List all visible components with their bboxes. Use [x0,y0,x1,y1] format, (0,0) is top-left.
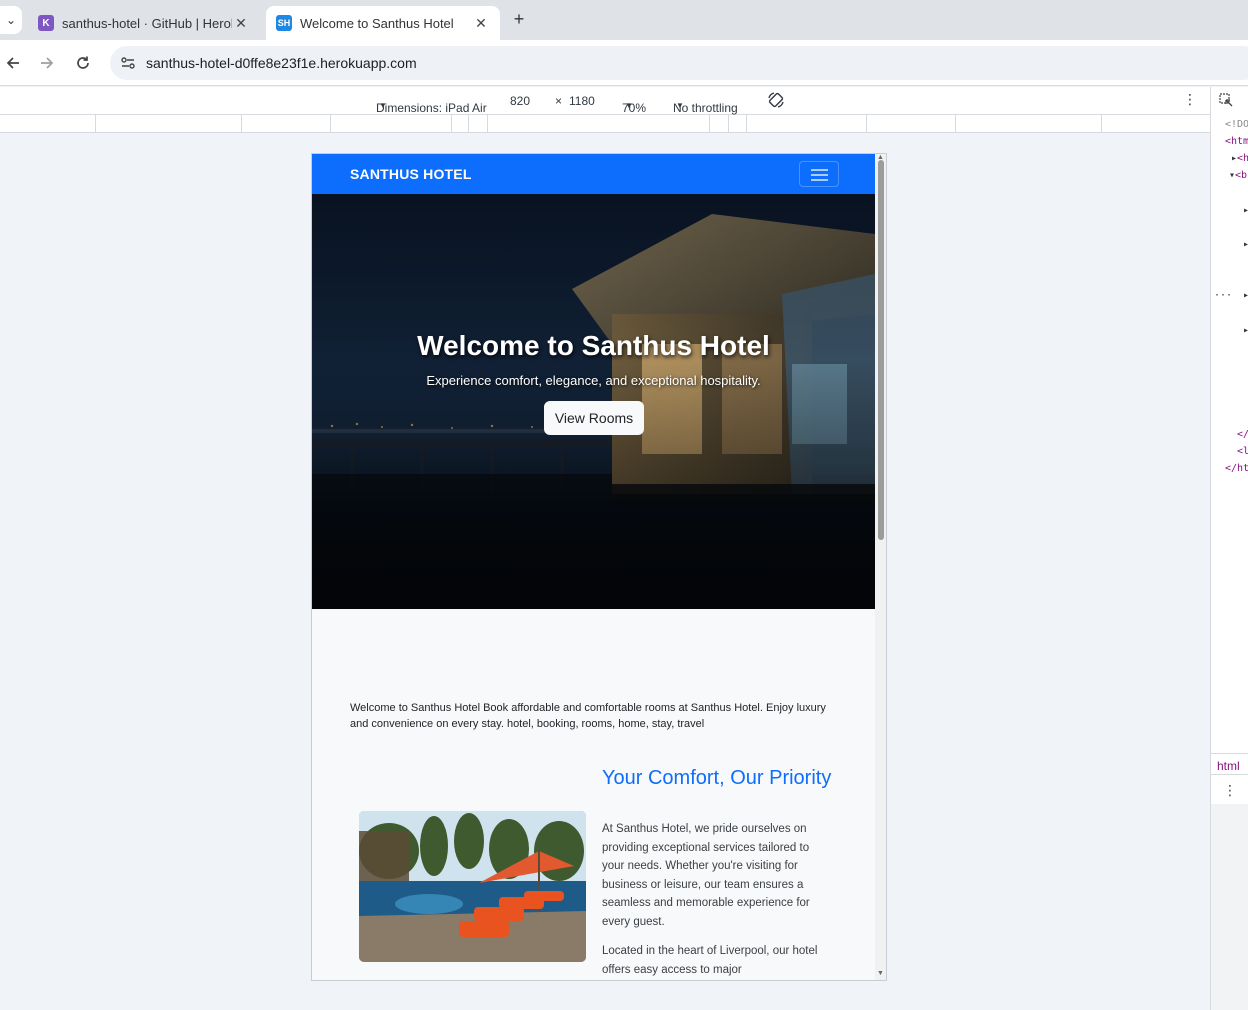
scroll-down-icon[interactable]: ▼ [877,970,884,977]
devtools-panel: <!DO <htm ▸<h ▾<b ▸ ▸ ··· ▸ ▸ </ <l </ht… [1210,87,1248,1010]
caret-down-icon: ▼ [625,101,633,110]
tab-strip: ⌄ K santhus-hotel · GitHub | Heroku ✕ SH… [0,0,1248,40]
site-brand[interactable]: SANTHUS HOTEL [350,166,472,182]
forward-button[interactable] [36,52,58,74]
rotate-icon [768,92,784,108]
expand-arrow-icon[interactable]: ▸ [1243,290,1248,301]
scrollbar-thumb[interactable] [878,160,884,540]
expand-arrow-icon[interactable]: ▸ [1243,239,1248,250]
dom-line[interactable]: ▾<b [1229,170,1247,181]
url-text: santhus-hotel-d0ffe8e23f1e.herokuapp.com [146,55,417,71]
dom-line[interactable]: <!DO [1225,119,1248,130]
site-favicon-icon: SH [276,15,292,31]
breadcrumb-html[interactable]: html [1217,759,1240,773]
height-input[interactable]: 1180 [569,94,595,108]
device-toolbar: Dimensions: iPad Air ▼ 820 × 1180 70% ▼ No… [0,87,1210,115]
device-viewport: SANTHUS HOTEL Welcome to Santhus Hotel E… [311,153,887,981]
media-query-ruler[interactable] [0,115,1210,133]
section-paragraph: At Santhus Hotel, we pride ourselves on … [602,823,810,928]
intro-text: Welcome to Santhus Hotel Book affordable… [350,702,826,730]
reload-button[interactable] [72,52,94,74]
heroku-favicon-icon: K [38,15,54,31]
rotate-button[interactable] [767,91,785,112]
dom-line[interactable]: </ht [1225,463,1248,474]
dom-line[interactable]: <htm [1225,136,1248,147]
inspect-element-icon[interactable] [1219,93,1233,107]
new-tab-button[interactable]: + [508,8,530,30]
browser-toolbar: santhus-hotel-d0ffe8e23f1e.herokuapp.com [0,40,1248,86]
caret-down-icon: ▼ [379,101,387,110]
dom-line[interactable]: ▸<h [1231,153,1248,164]
section-title: Your Comfort, Our Priority [602,767,832,789]
dimensions-label: Dimensions: iPad Air [376,101,487,115]
pool-image [359,811,586,962]
devtools-breadcrumb: html [1211,753,1248,775]
view-rooms-button[interactable]: View Rooms [544,401,644,435]
arrow-left-icon [6,57,19,69]
hero-title: Welcome to Santhus Hotel [417,330,770,361]
caret-down-icon: ▼ [676,101,684,110]
close-icon[interactable]: ✕ [232,15,250,32]
tab-title: Welcome to Santhus Hotel [300,15,454,31]
tab-heroku[interactable]: K santhus-hotel · GitHub | Heroku ✕ [28,6,260,40]
devtools-styles-pane [1211,804,1248,1010]
dom-line[interactable]: </ [1237,429,1248,440]
hero-section: Welcome to Santhus Hotel Experience comf… [312,194,875,609]
hero-subtitle: Experience comfort, elegance, and except… [426,373,761,388]
times-icon: × [555,94,563,108]
navbar-toggler-button[interactable] [799,161,839,187]
close-icon[interactable]: ✕ [472,15,490,32]
width-input[interactable]: 820 [510,94,530,108]
tab-search-button[interactable]: ⌄ [0,6,22,34]
expand-arrow-icon[interactable]: ▸ [1243,325,1248,336]
ellipsis-icon[interactable]: ··· [1214,290,1232,301]
arrow-right-icon [41,57,54,69]
tab-title: santhus-hotel · GitHub | Heroku [62,15,232,31]
back-button[interactable] [2,52,24,74]
expand-arrow-icon[interactable]: ▸ [1243,205,1248,216]
site-settings-icon[interactable] [118,53,138,73]
address-bar[interactable]: santhus-hotel-d0ffe8e23f1e.herokuapp.com [110,46,1248,80]
tab-santhus-hotel[interactable]: SH Welcome to Santhus Hotel ✕ [266,6,500,40]
reload-icon [77,56,89,69]
chevron-down-icon: ⌄ [5,13,17,27]
dom-line[interactable]: <l [1237,446,1248,457]
more-options-icon[interactable]: ⋮ [1183,91,1197,108]
site-navbar: SANTHUS HOTEL [312,154,875,194]
more-options-icon[interactable]: ⋮ [1223,783,1237,799]
viewport-scrollbar[interactable]: ▲ ▼ [875,154,886,980]
section-paragraph: Located in the heart of Liverpool, our h… [602,945,818,976]
